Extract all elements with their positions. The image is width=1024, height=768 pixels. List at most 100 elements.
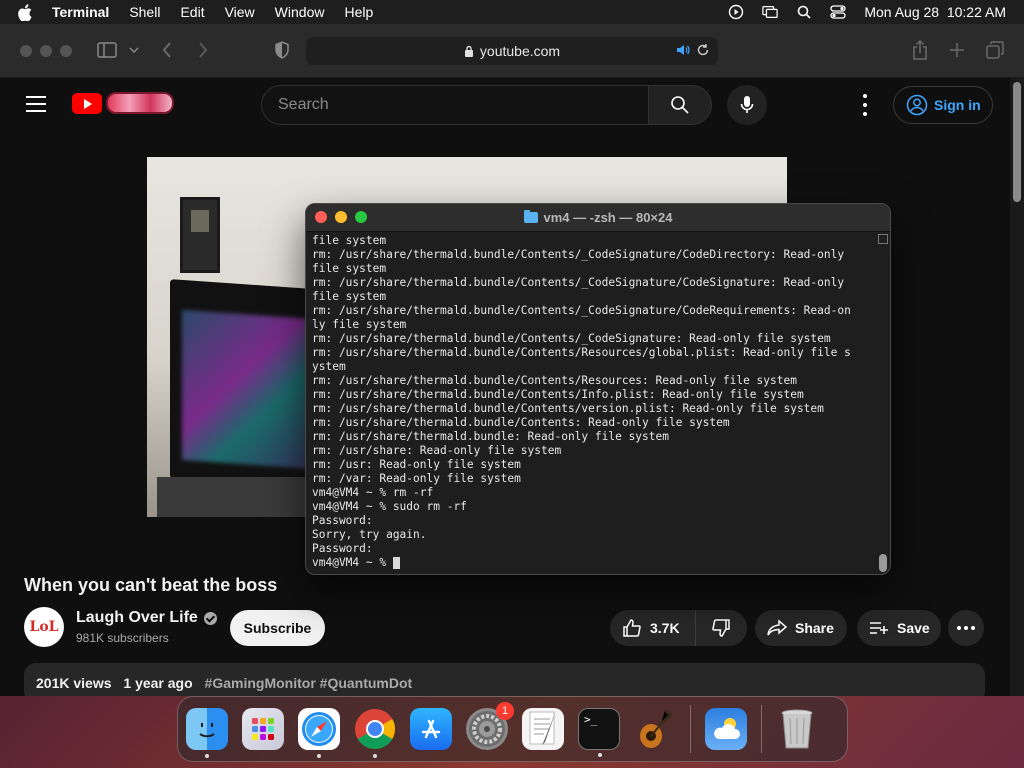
weather-app[interactable] — [705, 708, 747, 750]
share-button[interactable]: Share — [755, 610, 847, 646]
textedit-app[interactable] — [522, 708, 564, 750]
running-indicator — [317, 754, 321, 758]
like-button[interactable]: 3.7K — [610, 610, 696, 646]
dock-separator — [761, 705, 762, 753]
notification-badge: 1 — [496, 702, 514, 720]
spotlight-search-icon[interactable] — [796, 4, 812, 20]
terminal-line: rm: /usr: Read-only file system — [312, 458, 521, 471]
terminal-titlebar[interactable]: vm4 — -zsh — 80×24 — [306, 204, 890, 232]
safari-app[interactable] — [298, 708, 340, 758]
share-icon[interactable] — [912, 40, 928, 60]
cloud-sun-icon — [714, 718, 740, 739]
url-text: youtube.com — [479, 43, 561, 59]
terminal-scrollbar[interactable] — [878, 234, 888, 574]
address-bar[interactable]: youtube.com — [306, 37, 718, 65]
thumbs-down-icon — [712, 619, 730, 637]
sign-in-label: Sign in — [934, 97, 981, 113]
zoom-button[interactable] — [60, 44, 72, 57]
like-count: 3.7K — [650, 620, 680, 636]
like-dislike-group: 3.7K — [610, 610, 747, 646]
chrome-app[interactable] — [354, 708, 396, 758]
page-scrollbar[interactable] — [1010, 78, 1024, 696]
terminal-line: vm4@VM4 ~ % sudo rm -rf — [312, 500, 467, 513]
menu-app-name[interactable]: Terminal — [52, 4, 109, 20]
play-circle-icon[interactable] — [728, 4, 744, 20]
running-indicator — [598, 753, 602, 757]
menu-help[interactable]: Help — [344, 4, 373, 20]
terminal-line: rm: /usr/share: Read-only file system — [312, 444, 562, 457]
tab-overview-icon[interactable] — [986, 41, 1004, 59]
microphone-icon — [740, 96, 754, 113]
terminal-line: ystem — [312, 360, 346, 373]
garageband-app[interactable] — [634, 708, 676, 750]
terminal-line: rm: /usr/share/thermald.bundle: Read-onl… — [312, 430, 669, 443]
save-button[interactable]: Save — [857, 610, 941, 646]
description-box[interactable]: 201K views 1 year ago #GamingMonitor #Qu… — [24, 663, 985, 696]
forward-icon[interactable] — [198, 42, 208, 58]
control-center-icon[interactable] — [830, 4, 846, 20]
verified-check-icon — [203, 611, 217, 625]
terminal-line: Password: — [312, 514, 373, 527]
terminal-prompt-icon: >_ — [584, 713, 598, 726]
dock-separator — [690, 705, 691, 753]
terminal-app[interactable]: >_ — [578, 708, 620, 757]
system-settings-app[interactable]: 1 — [466, 702, 514, 750]
share-label: Share — [795, 620, 834, 636]
chrome-logo-icon — [355, 709, 395, 749]
menu-shell[interactable]: Shell — [129, 4, 160, 20]
sign-in-button[interactable]: Sign in — [893, 86, 993, 124]
more-actions-button[interactable] — [948, 610, 984, 646]
minimize-button[interactable] — [40, 44, 52, 57]
terminal-line: rm: /usr/share/thermald.bundle/Contents/… — [312, 374, 797, 387]
youtube-play-icon — [72, 92, 102, 114]
search-button[interactable] — [648, 85, 712, 125]
menubar-clock[interactable]: Mon Aug 28 10:22 AM — [864, 4, 1006, 20]
terminal-line: file system — [312, 262, 387, 275]
terminal-line: Password: — [312, 542, 373, 555]
menu-view[interactable]: View — [225, 4, 255, 20]
search-input[interactable]: Search — [261, 85, 649, 125]
screen-mirroring-icon[interactable] — [762, 4, 779, 20]
terminal-title: vm4 — -zsh — 80×24 — [306, 210, 890, 225]
terminal-line: rm: /usr/share/thermald.bundle/Contents/… — [312, 388, 804, 401]
channel-name[interactable]: Laugh Over Life — [76, 609, 217, 627]
youtube-logo[interactable] — [72, 92, 174, 114]
close-button[interactable] — [20, 44, 32, 57]
trash-can-icon — [781, 709, 813, 749]
dislike-button[interactable] — [696, 618, 746, 638]
window-controls — [20, 44, 72, 57]
terminal-window[interactable]: vm4 — -zsh — 80×24 file system rm: /usr/s… — [305, 203, 891, 575]
terminal-output[interactable]: file system rm: /usr/share/thermald.bundl… — [312, 234, 878, 572]
menu-edit[interactable]: Edit — [180, 4, 204, 20]
launchpad-app[interactable] — [242, 708, 284, 750]
terminal-line: Sorry, try again. — [312, 528, 427, 541]
trash-app[interactable] — [776, 708, 818, 750]
running-indicator — [205, 754, 209, 758]
menu-window[interactable]: Window — [275, 4, 325, 20]
terminal-line: vm4@VM4 ~ % — [312, 556, 878, 570]
reload-icon[interactable] — [696, 43, 710, 60]
apple-menu-icon[interactable] — [18, 3, 36, 21]
desk-image — [157, 477, 317, 517]
subscribe-button[interactable]: Subscribe — [230, 610, 325, 646]
account-circle-icon — [906, 94, 928, 116]
back-icon[interactable] — [162, 42, 172, 58]
channel-avatar[interactable]: LoL — [24, 607, 64, 647]
more-options-icon[interactable] — [857, 94, 873, 116]
youtube-doodle-icon — [106, 92, 174, 114]
speaker-icon[interactable] — [676, 43, 690, 60]
voice-search-button[interactable] — [727, 85, 767, 125]
terminal-line: rm: /usr/share/thermald.bundle/Contents/… — [312, 346, 851, 359]
sidebar-toggle-icon[interactable] — [97, 42, 117, 58]
new-tab-icon[interactable] — [949, 42, 965, 58]
thumbs-up-icon — [623, 619, 641, 637]
chevron-down-icon[interactable] — [129, 46, 139, 54]
privacy-shield-icon[interactable] — [274, 41, 290, 59]
hamburger-menu-icon[interactable] — [26, 96, 46, 117]
finder-app[interactable] — [186, 708, 228, 758]
terminal-line: rm: /usr/share/thermald.bundle/Contents/… — [312, 402, 824, 415]
youtube-header: Search Sign in — [0, 78, 1010, 132]
hashtags[interactable]: #GamingMonitor #QuantumDot — [205, 675, 413, 691]
app-store-app[interactable] — [410, 708, 452, 750]
channel-name-label: Laugh Over Life — [76, 609, 198, 626]
